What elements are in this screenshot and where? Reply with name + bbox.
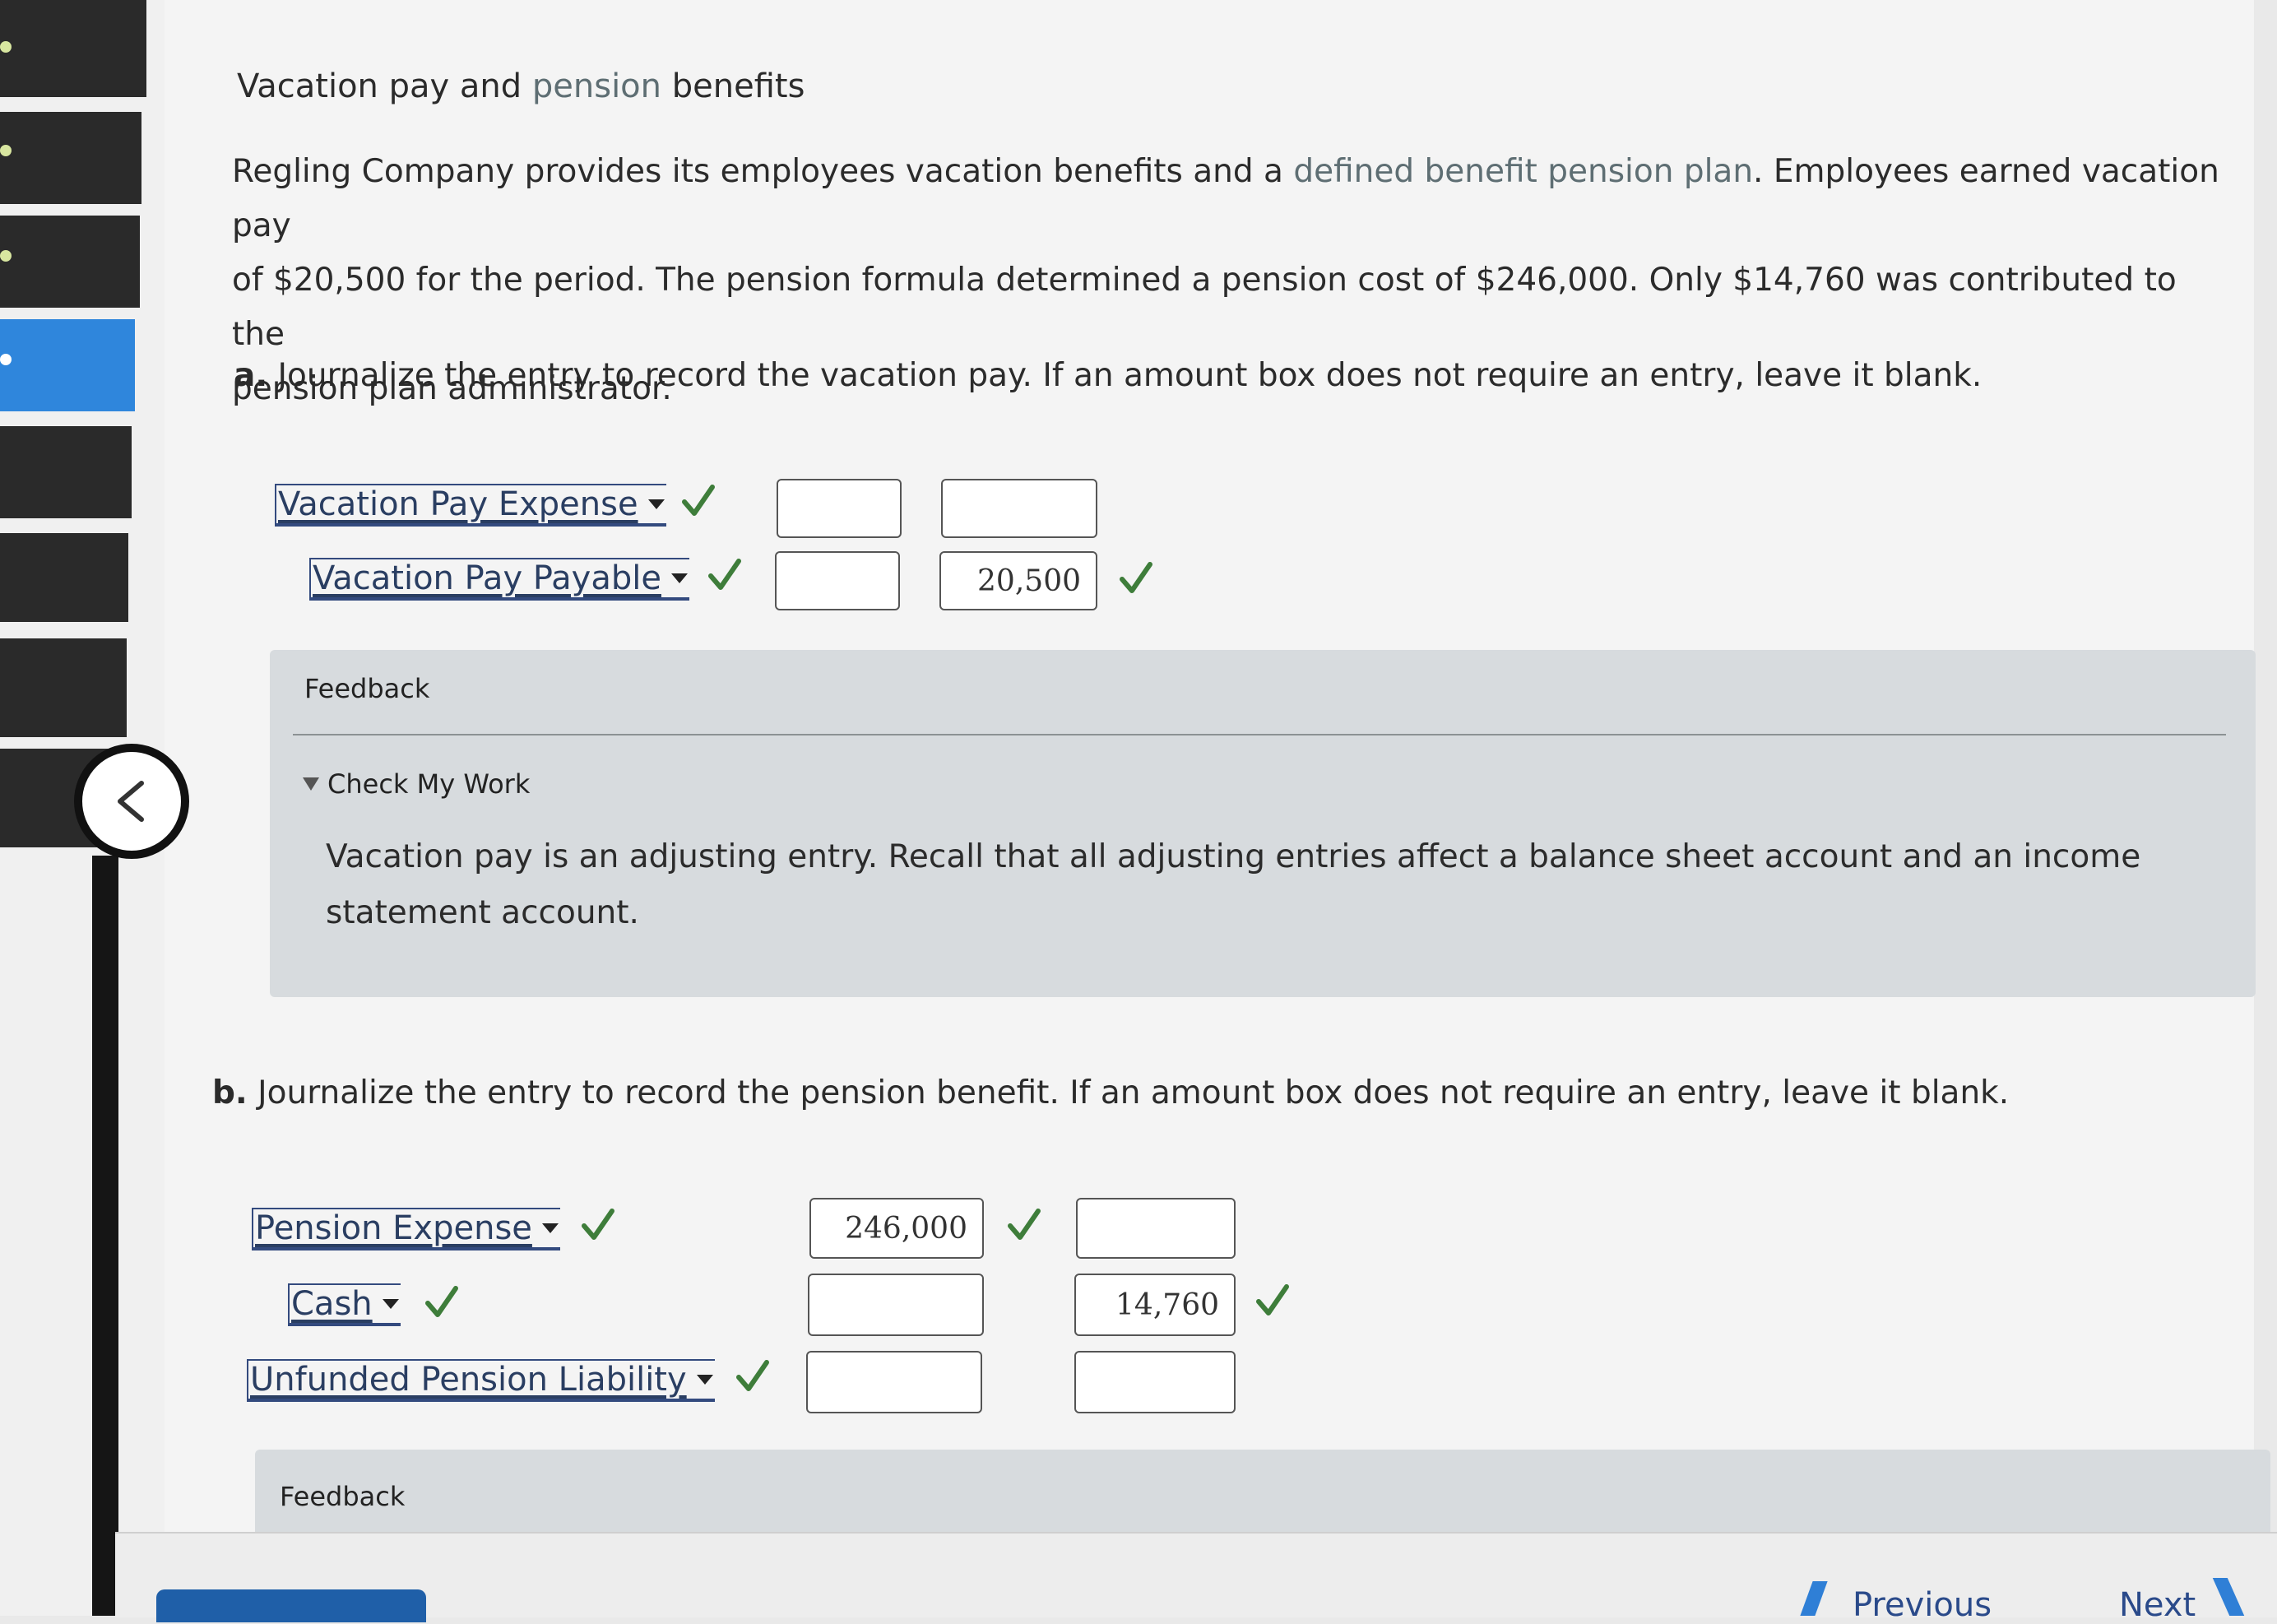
account-label: Unfunded Pension Liability (250, 1361, 687, 1399)
debit-input-a2[interactable] (775, 551, 900, 610)
account-select-pension-expense[interactable]: Pension Expense (252, 1208, 560, 1250)
debit-input-a1[interactable] (777, 479, 902, 538)
credit-input-b3[interactable] (1074, 1351, 1236, 1413)
part-a-text: Journalize the entry to record the vacat… (267, 357, 1983, 394)
check-my-work-toggle[interactable]: Check My Work (303, 768, 530, 800)
defined-benefit-link[interactable]: defined benefit pension plan (1293, 153, 1753, 190)
collapse-sidebar-button[interactable] (74, 744, 189, 859)
title-text-1: Vacation pay and (237, 67, 532, 105)
pension-link[interactable]: pension (532, 67, 661, 105)
sidebar-item-5[interactable] (0, 426, 132, 518)
feedback-label-b: Feedback (280, 1481, 406, 1512)
check-icon (1254, 1282, 1292, 1323)
debit-input-b2[interactable] (808, 1274, 984, 1336)
intro-line1a: Regling Company provides its employees v… (232, 153, 1294, 190)
check-icon (679, 482, 717, 523)
check-icon (1117, 559, 1155, 601)
debit-input-b1[interactable]: 246,000 (809, 1198, 984, 1259)
page-title: Vacation pay and pension benefits (237, 67, 805, 105)
part-a-question: a. Journalize the entry to record the va… (234, 357, 1982, 394)
account-select-cash[interactable]: Cash (288, 1283, 401, 1326)
intro-line2: of $20,500 for the period. The pension f… (232, 262, 2177, 353)
check-icon (706, 556, 744, 597)
feedback-divider (293, 734, 2226, 735)
sidebar-item-7[interactable] (0, 638, 127, 737)
credit-input-b1[interactable] (1076, 1198, 1236, 1259)
part-b-label: b. (212, 1074, 248, 1111)
status-dot-3 (0, 250, 12, 262)
check-icon (579, 1206, 617, 1247)
sidebar-item-4-active[interactable] (0, 319, 135, 411)
status-dot-2 (0, 145, 12, 156)
check-icon (734, 1357, 772, 1399)
feedback-panel-a (270, 650, 2256, 997)
account-select-vacation-pay-expense[interactable]: Vacation Pay Expense (275, 484, 666, 527)
title-text-2: benefits (661, 67, 805, 105)
feedback-line1: Vacation pay is an adjusting entry. Reca… (326, 838, 2141, 875)
feedback-line2: statement account. (326, 894, 639, 931)
debit-input-b3[interactable] (806, 1351, 982, 1413)
sidebar-item-3[interactable] (0, 216, 140, 308)
next-button[interactable]: Next (2119, 1586, 2196, 1624)
caret-down-icon (382, 1299, 399, 1309)
check-my-work-label: Check My Work (327, 768, 531, 800)
part-a-label: a. (234, 357, 268, 394)
feedback-panel-b (255, 1450, 2270, 1540)
part-b-question: b. Journalize the entry to record the pe… (212, 1074, 2009, 1111)
account-select-unfunded-pension-liability[interactable]: Unfunded Pension Liability (247, 1359, 715, 1402)
credit-input-a1[interactable] (941, 479, 1097, 538)
account-label: Vacation Pay Payable (313, 559, 661, 597)
caret-down-icon (696, 1375, 713, 1385)
account-label: Cash (291, 1285, 373, 1323)
check-my-work-button[interactable] (156, 1589, 426, 1622)
credit-input-a2[interactable]: 20,500 (939, 551, 1097, 610)
status-dot-4 (0, 354, 12, 365)
chevron-left-icon (118, 781, 144, 822)
sidebar-rail (92, 856, 118, 1616)
account-label: Pension Expense (255, 1209, 532, 1247)
status-dot-1 (0, 41, 12, 53)
account-select-vacation-pay-payable[interactable]: Vacation Pay Payable (309, 558, 689, 601)
previous-button[interactable]: Previous (1853, 1586, 1992, 1624)
credit-input-b2[interactable]: 14,760 (1074, 1274, 1236, 1336)
caret-down-icon (541, 1223, 559, 1233)
account-label: Vacation Pay Expense (278, 485, 638, 523)
part-b-text: Journalize the entry to record the pensi… (247, 1074, 2010, 1111)
check-icon (423, 1283, 461, 1325)
caret-down-icon (647, 499, 665, 509)
sidebar-item-1[interactable] (0, 0, 146, 97)
sidebar-item-2[interactable] (0, 112, 141, 204)
feedback-label-a: Feedback (304, 673, 430, 704)
check-icon (1005, 1206, 1043, 1247)
sidebar-item-6[interactable] (0, 533, 128, 622)
caret-down-icon (670, 573, 688, 583)
triangle-down-icon (303, 777, 319, 791)
feedback-text-a: Vacation pay is an adjusting entry. Reca… (326, 829, 2218, 941)
